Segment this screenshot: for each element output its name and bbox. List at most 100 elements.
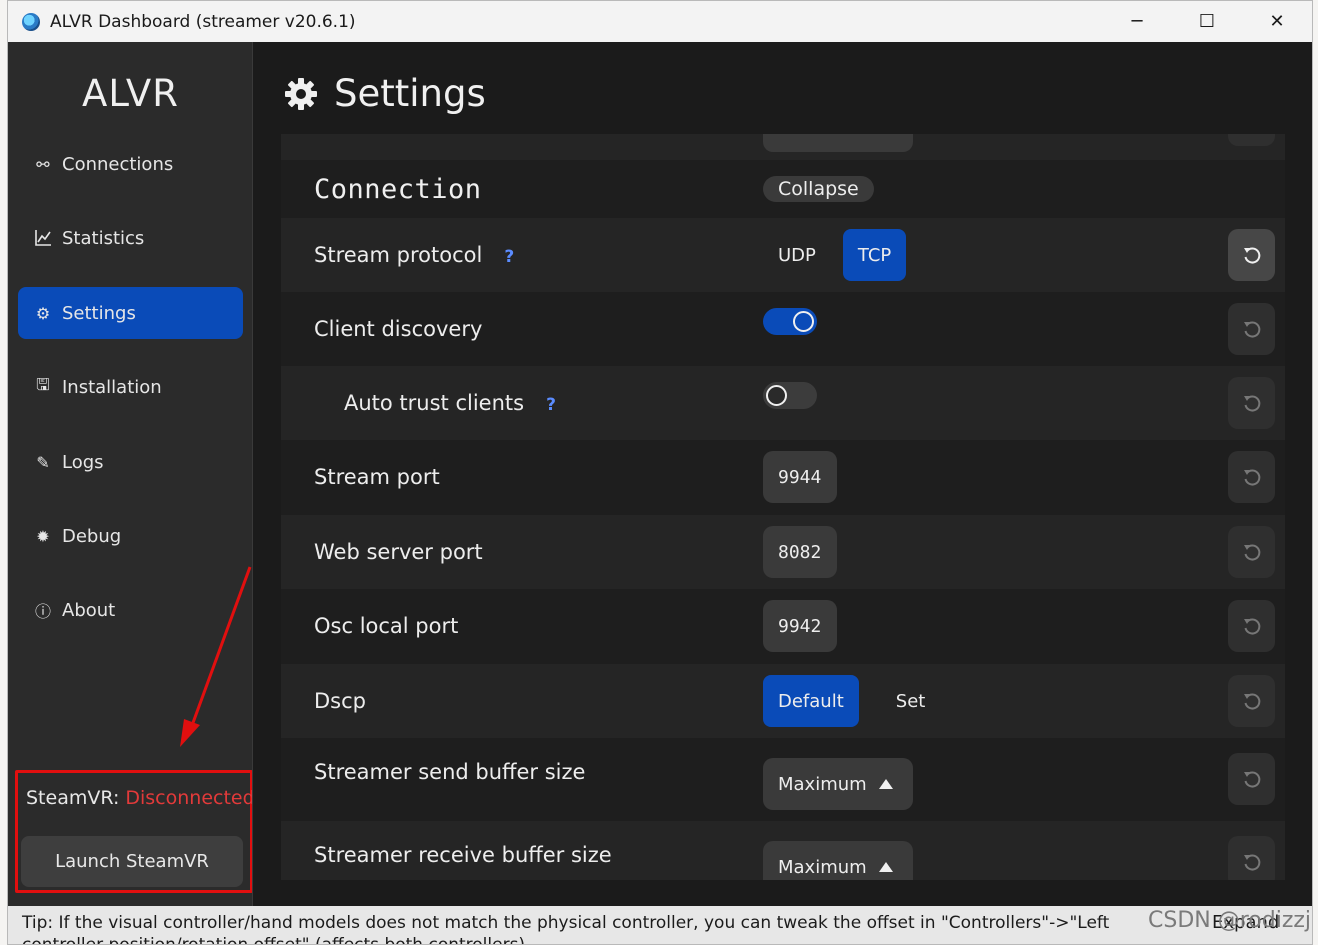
reset-button[interactable]: [1228, 753, 1275, 805]
settings-panel[interactable]: Connection Collapse Stream protocol? UDP…: [281, 134, 1285, 880]
reset-icon: [1243, 854, 1260, 871]
dscp-label: Dscp: [314, 689, 366, 713]
reset-icon: [1243, 693, 1260, 710]
reset-icon: [1243, 247, 1260, 264]
sidebar-item-label: About: [62, 599, 116, 621]
statistics-icon: [34, 229, 52, 247]
auto-trust-clients-row: Auto trust clients?: [281, 366, 1285, 440]
sidebar-divider: [252, 42, 253, 906]
tip-text: Tip: If the visual controller/hand model…: [22, 913, 1110, 945]
sidebar-item-debug[interactable]: ✹ Debug: [18, 510, 243, 562]
stream-port-row: Stream port 9944: [281, 440, 1285, 514]
stream-protocol-selector: UDP TCP: [763, 229, 907, 281]
tip-bar: Tip: If the visual controller/hand model…: [8, 906, 1312, 945]
send-buffer-label: Streamer send buffer size: [314, 760, 586, 784]
previous-reset-button[interactable]: [1228, 134, 1275, 146]
dscp-selector: Default Set: [763, 675, 940, 727]
stream-protocol-label-text: Stream protocol: [314, 243, 483, 267]
sidebar-item-statistics[interactable]: Statistics: [18, 212, 243, 264]
reset-button[interactable]: [1228, 526, 1275, 578]
previous-row: [281, 134, 1285, 160]
reset-button[interactable]: [1228, 451, 1275, 503]
collapse-button[interactable]: Collapse: [763, 176, 874, 202]
launch-steamvr-button[interactable]: Launch SteamVR: [21, 836, 243, 887]
auto-trust-clients-label-text: Auto trust clients: [344, 391, 525, 415]
web-server-port-input[interactable]: 8082: [763, 526, 837, 578]
help-icon[interactable]: ?: [546, 395, 556, 415]
auto-trust-clients-toggle[interactable]: [763, 382, 817, 409]
minimize-button[interactable]: ─: [1102, 1, 1172, 42]
sidebar: ALVR ⚯ Connections Statistics ⚙ Settings…: [8, 42, 255, 906]
client-discovery-label: Client discovery: [314, 317, 483, 341]
option-udp[interactable]: UDP: [763, 229, 831, 281]
reset-icon: [1243, 321, 1260, 338]
brand-title: ALVR: [82, 72, 179, 115]
chevron-up-icon: [879, 779, 893, 789]
previous-control[interactable]: [763, 134, 913, 152]
client-discovery-row: Client discovery: [281, 292, 1285, 366]
help-icon[interactable]: ?: [504, 247, 514, 267]
reset-icon: [1243, 395, 1260, 412]
option-default[interactable]: Default: [763, 675, 859, 727]
stream-port-label: Stream port: [314, 465, 440, 489]
steamvr-annotation-box: SteamVR: Disconnected Launch SteamVR: [15, 770, 255, 893]
sidebar-item-connections[interactable]: ⚯ Connections: [18, 138, 243, 190]
stream-protocol-row: Stream protocol? UDP TCP: [281, 218, 1285, 292]
debug-icon: ✹: [36, 526, 50, 546]
send-buffer-row: Streamer send buffer size Maximum: [281, 738, 1285, 821]
reset-button[interactable]: [1228, 836, 1275, 880]
client-discovery-toggle[interactable]: [763, 308, 817, 335]
connection-section-header: Connection Collapse: [281, 160, 1285, 218]
sidebar-item-installation[interactable]: 🖫 Installation: [18, 361, 243, 413]
send-buffer-value: Maximum: [778, 773, 867, 795]
app-window: ALVR Dashboard (streamer v20.6.1) ─ ☐ ✕ …: [7, 0, 1313, 945]
reset-icon: [1243, 618, 1260, 635]
gear-icon: [285, 77, 317, 110]
receive-buffer-dropdown[interactable]: Maximum: [763, 841, 913, 880]
reset-button[interactable]: [1228, 303, 1275, 355]
connections-icon: ⚯: [36, 154, 50, 174]
window-title: ALVR Dashboard (streamer v20.6.1): [50, 11, 356, 32]
osc-local-port-input[interactable]: 9942: [763, 600, 837, 652]
sidebar-item-logs[interactable]: ✎ Logs: [18, 436, 243, 488]
send-buffer-dropdown[interactable]: Maximum: [763, 758, 913, 810]
steamvr-state: Disconnected: [125, 787, 255, 809]
option-set[interactable]: Set: [881, 675, 941, 727]
osc-local-port-label: Osc local port: [314, 614, 459, 638]
title-bar[interactable]: ALVR Dashboard (streamer v20.6.1) ─ ☐ ✕: [8, 1, 1312, 42]
sidebar-item-label: Connections: [62, 153, 174, 175]
settings-icon: ⚙: [35, 303, 51, 323]
stream-protocol-label: Stream protocol?: [314, 243, 514, 267]
page-title: Settings: [284, 72, 486, 115]
logs-icon: ✎: [36, 452, 50, 472]
close-button[interactable]: ✕: [1242, 1, 1312, 42]
sidebar-item-label: Debug: [62, 525, 122, 547]
reset-button[interactable]: [1228, 675, 1275, 727]
sidebar-item-label: Settings: [62, 302, 136, 324]
reset-button[interactable]: [1228, 600, 1275, 652]
annotation-arrow: [180, 566, 252, 747]
maximize-button[interactable]: ☐: [1172, 1, 1242, 42]
reset-button[interactable]: [1228, 229, 1275, 281]
stream-port-input[interactable]: 9944: [763, 451, 837, 503]
reset-button[interactable]: [1228, 377, 1275, 429]
sidebar-item-label: Logs: [62, 451, 104, 473]
steamvr-status: SteamVR: Disconnected: [26, 787, 255, 809]
steamvr-label: SteamVR:: [26, 787, 120, 809]
dscp-row: Dscp Default Set: [281, 664, 1285, 738]
alvr-logo-icon: [22, 12, 40, 31]
main-content: Settings Connection Collapse Stream prot…: [254, 42, 1312, 906]
toggle-knob: [766, 385, 787, 406]
installation-icon: 🖫: [36, 374, 50, 394]
osc-local-port-row: Osc local port 9942: [281, 589, 1285, 663]
receive-buffer-value: Maximum: [778, 856, 867, 878]
receive-buffer-label: Streamer receive buffer size: [314, 843, 612, 867]
auto-trust-clients-label: Auto trust clients?: [344, 391, 556, 415]
web-server-port-label: Web server port: [314, 540, 483, 564]
receive-buffer-row: Streamer receive buffer size Maximum: [281, 821, 1285, 880]
sidebar-item-settings[interactable]: ⚙ Settings: [18, 287, 243, 339]
watermark: CSDN @rodizzj: [1148, 908, 1312, 933]
reset-icon: [1243, 544, 1260, 561]
section-title: Connection: [314, 173, 482, 205]
option-tcp[interactable]: TCP: [842, 229, 907, 281]
